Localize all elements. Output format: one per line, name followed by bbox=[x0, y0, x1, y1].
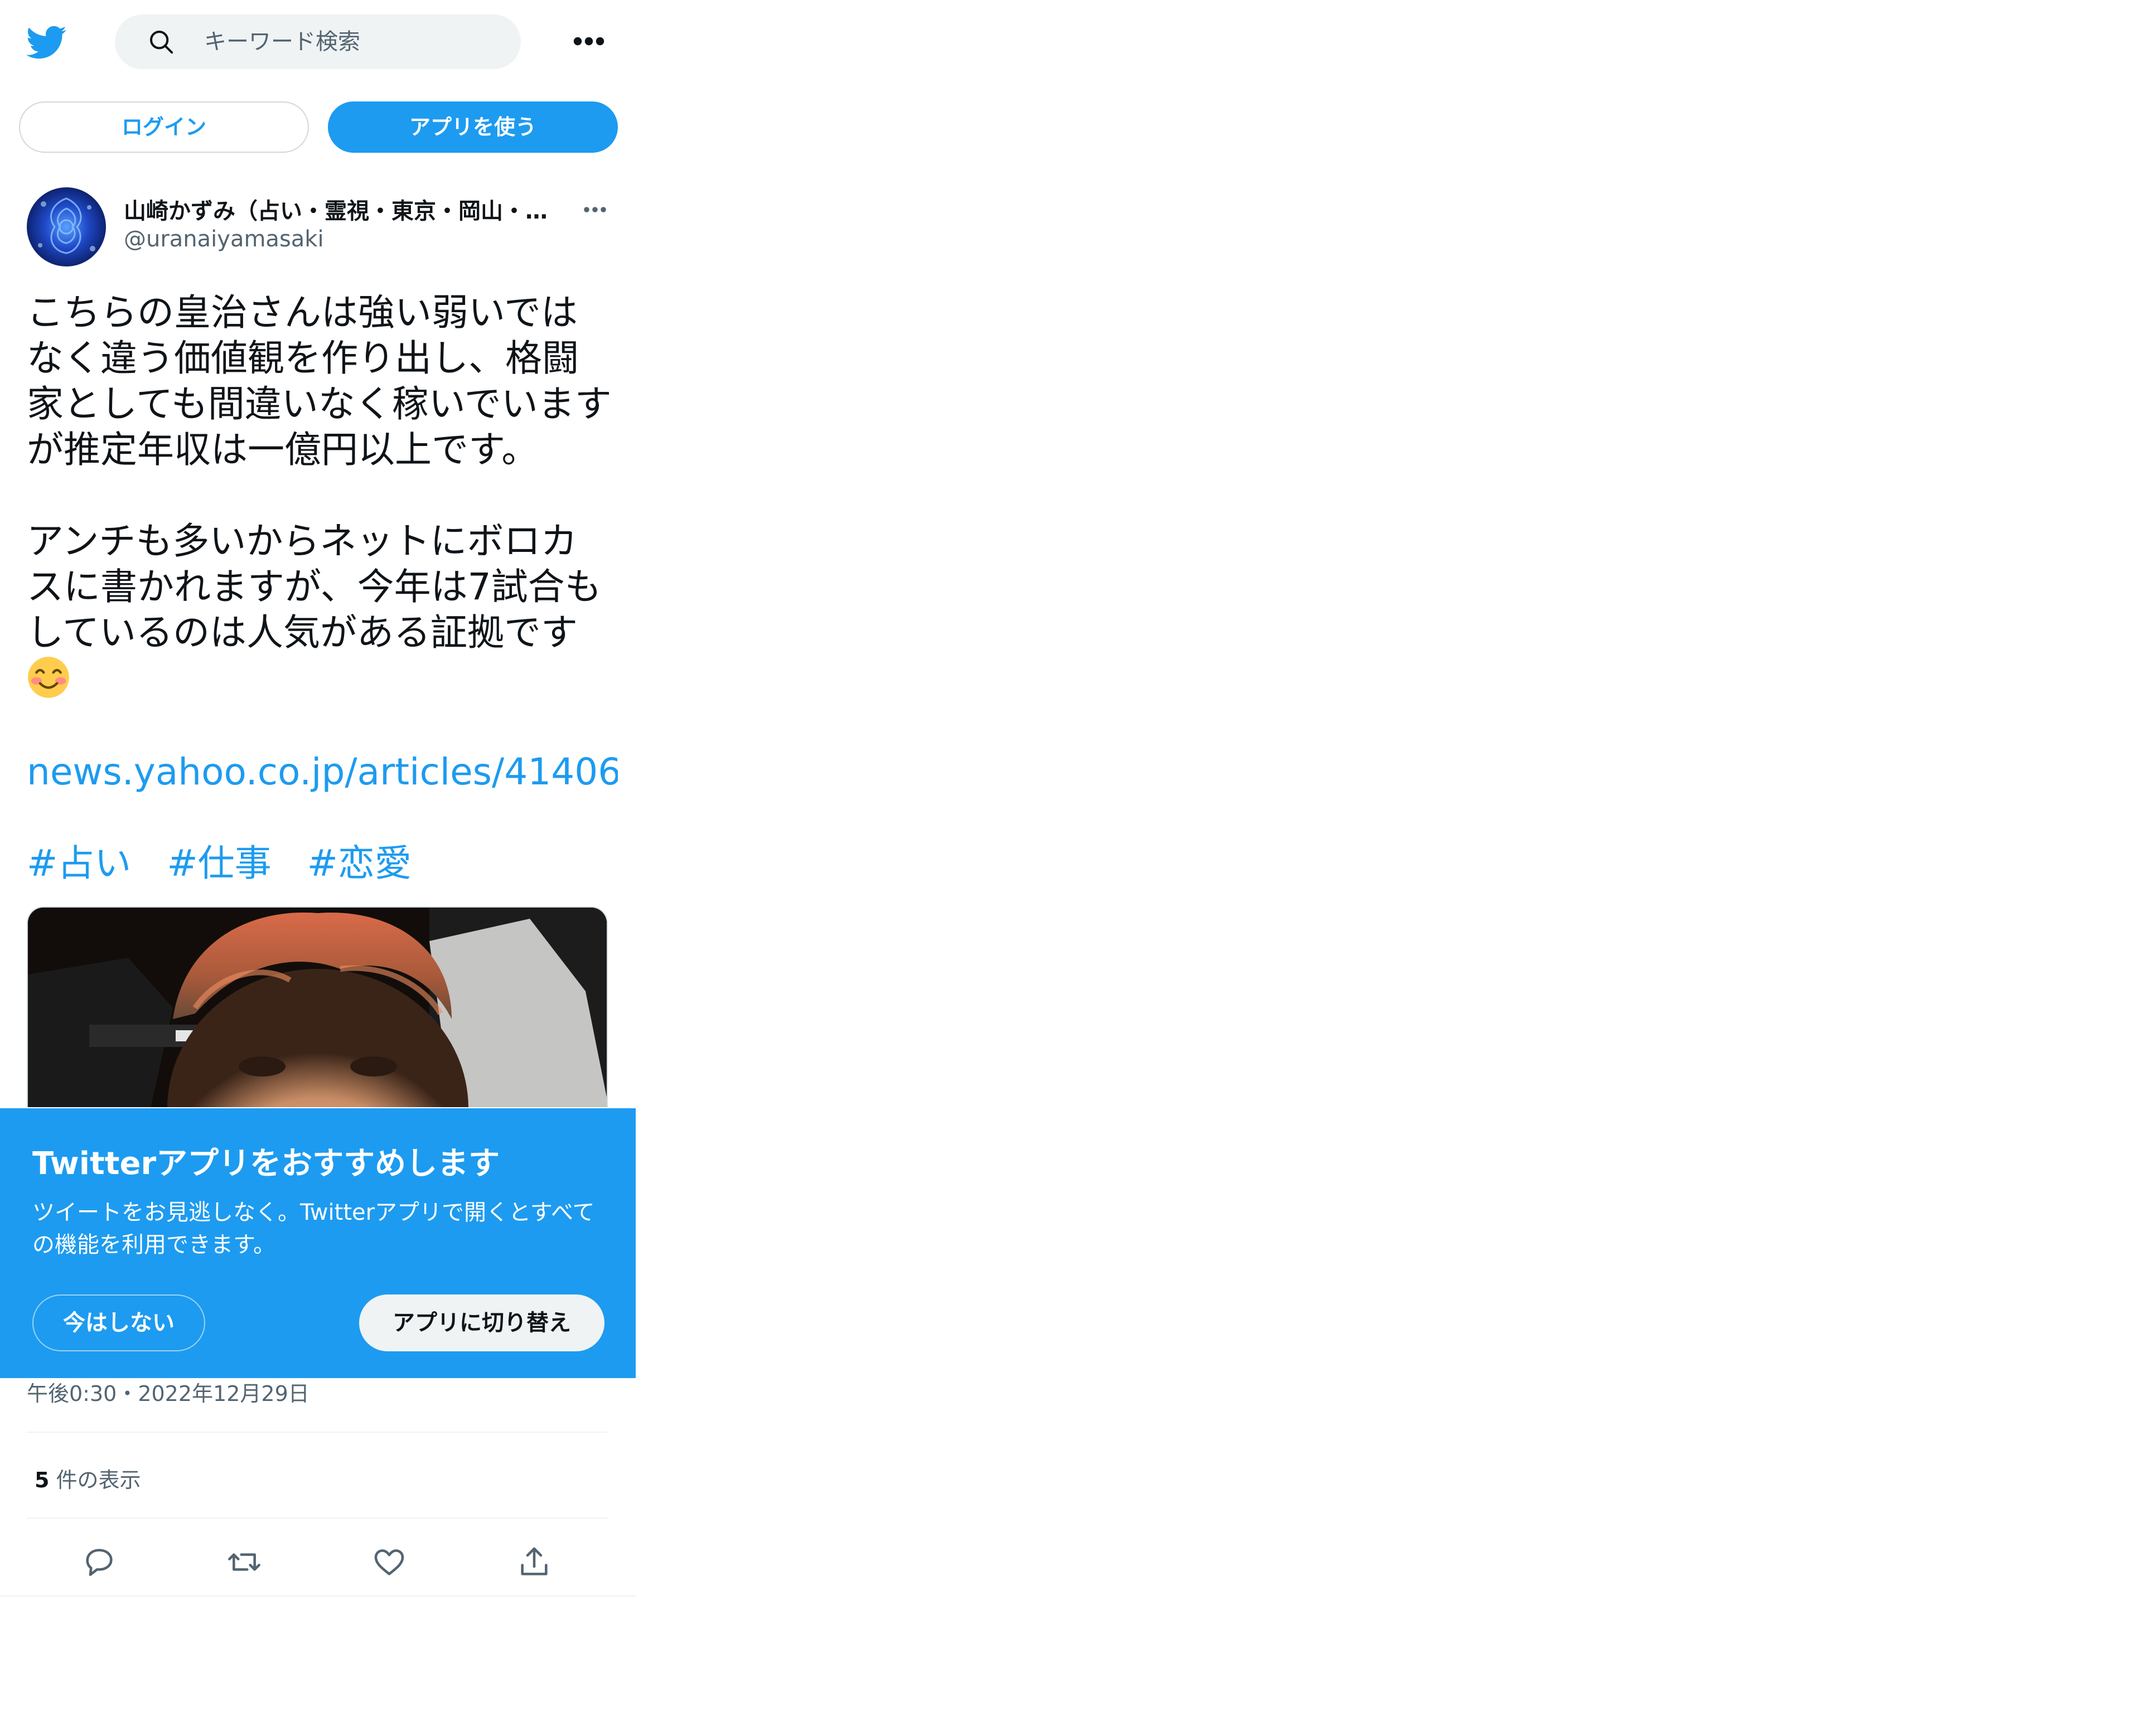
tweet-media[interactable] bbox=[27, 906, 608, 1107]
twitter-bird-icon[interactable] bbox=[25, 21, 67, 64]
tweet-more-icon[interactable] bbox=[580, 196, 610, 223]
article-link[interactable]: news.yahoo.co.jp/articles/41406... bbox=[27, 749, 618, 795]
use-app-button[interactable]: アプリを使う bbox=[328, 101, 618, 153]
search-bar[interactable] bbox=[115, 14, 521, 69]
divider bbox=[27, 1432, 608, 1433]
tweet-actions bbox=[27, 1528, 608, 1600]
search-input[interactable] bbox=[204, 14, 494, 69]
hashtags: #占い #仕事 #恋愛 bbox=[27, 841, 447, 886]
banner-body: ツイートをお見逃しなく。Twitterアプリで開くとすべての機能を利用できます。 bbox=[32, 1200, 595, 1258]
user-handle[interactable]: @uranaiyamasaki bbox=[124, 226, 324, 252]
tweet-photo bbox=[28, 908, 607, 1107]
banner-title: Twitterアプリをおすすめします bbox=[32, 1146, 500, 1182]
login-button[interactable]: ログイン bbox=[19, 101, 309, 153]
retweet-icon[interactable] bbox=[226, 1544, 262, 1580]
more-horizontal-icon[interactable] bbox=[569, 25, 609, 58]
hashtag-link[interactable]: #仕事 bbox=[167, 842, 271, 885]
top-bar bbox=[0, 0, 636, 84]
tweet-text: こちらの皇治さんは強い弱いではなく違う価値観を作り出し、格闘家としても間違いなく… bbox=[27, 290, 612, 703]
views-count: 5 件の表示 bbox=[35, 1463, 141, 1493]
hashtag-link[interactable]: #占い bbox=[27, 842, 131, 885]
divider bbox=[27, 1517, 608, 1519]
views-number: 5 bbox=[35, 1468, 50, 1492]
app-promo-banner: Twitterアプリをおすすめします ツイートをお見逃しなく。Twitterアプ… bbox=[0, 1108, 636, 1378]
tweet-paragraph-text: アンチも多いからネットにボロカスに書かれますが、今年は7試合もしているのは人気が… bbox=[27, 520, 602, 654]
not-now-button[interactable]: 今はしない bbox=[32, 1294, 205, 1351]
tweet-paragraph: アンチも多いからネットにボロカスに書かれますが、今年は7試合もしているのは人気が… bbox=[27, 518, 612, 703]
heart-icon[interactable] bbox=[371, 1544, 407, 1580]
hashtag-link[interactable]: #恋愛 bbox=[307, 842, 412, 885]
smiling-face-emoji-icon bbox=[28, 657, 69, 698]
avatar-image bbox=[27, 187, 106, 266]
switch-to-app-button[interactable]: アプリに切り替え bbox=[359, 1294, 604, 1351]
avatar[interactable] bbox=[27, 187, 106, 266]
tweet-timestamp[interactable]: 午後0:30・2022年12月29日 bbox=[27, 1378, 309, 1409]
share-icon[interactable] bbox=[516, 1544, 552, 1580]
views-label: 件の表示 bbox=[56, 1468, 141, 1492]
divider bbox=[0, 1596, 636, 1597]
display-name[interactable]: 山崎かずみ（占い・霊視・東京・岡山・大阪・福岡） bbox=[124, 193, 564, 225]
search-icon bbox=[149, 30, 173, 54]
reply-icon[interactable] bbox=[81, 1544, 117, 1580]
tweet-page: ログイン アプリを使う 山 bbox=[0, 0, 636, 1736]
tweet-paragraph: こちらの皇治さんは強い弱いではなく違う価値観を作り出し、格闘家としても間違いなく… bbox=[27, 291, 612, 471]
